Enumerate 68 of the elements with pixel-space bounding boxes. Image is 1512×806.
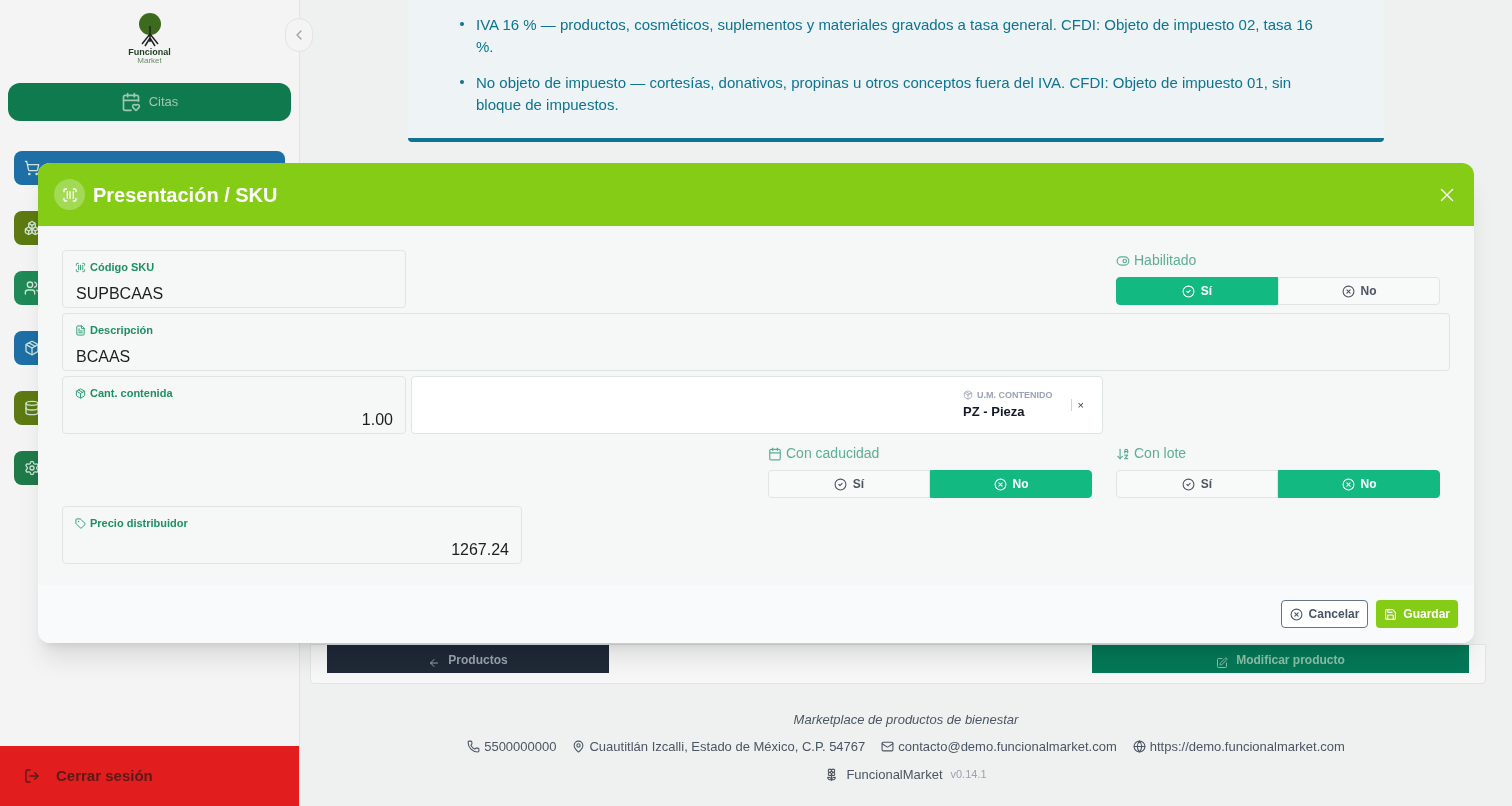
box-icon [963, 390, 974, 401]
x-circle-icon [993, 477, 1007, 491]
select-label: U.M. CONTENIDO [977, 388, 1053, 402]
boxes-icon [24, 220, 40, 236]
barcode-icon [54, 179, 85, 210]
tax-note: No objeto de impuesto — cortesías, donativos, propinas u otros conceptos fuera del IVA. CFDI: Objeto de impuesto 01, sin bloque de impuestos. [476, 73, 1293, 115]
cancel-button[interactable]: Cancelar [1280, 600, 1369, 628]
x-circle-icon [1289, 607, 1303, 621]
field-value: SUPBCAAS [75, 283, 165, 304]
cart-icon [24, 160, 40, 176]
tag-icon [75, 517, 86, 529]
logo-text: Funcional [128, 48, 171, 57]
calendar-icon [120, 92, 141, 112]
field-value: 1.00 [360, 409, 393, 430]
globe-icon [1132, 740, 1146, 754]
x-circle-icon [1341, 477, 1355, 491]
toggle-option[interactable]: Sí [1116, 470, 1278, 498]
field-label: Descripción [90, 323, 153, 338]
map-pin-icon [572, 740, 586, 754]
document-icon [75, 324, 86, 336]
input-field[interactable]: Código SKU SUPBCAAS [62, 250, 406, 308]
mail-icon [881, 740, 895, 754]
database-icon [24, 400, 40, 416]
contact-link[interactable]: 5500000000 [467, 737, 557, 757]
tax-note: IVA 16 % — productos, cosméticos, suplementos y materiales gravados a tasa general. CFDI: Objeto de impuesto 02, tasa 16 %. [476, 15, 1314, 57]
contact-link[interactable]: https://demo.funcionalmarket.com [1132, 737, 1345, 757]
toggle-label: Con lote [1134, 444, 1187, 463]
logout-icon [24, 768, 40, 784]
unit-select[interactable]: U.M. CONTENIDO PZ - Pieza × [411, 376, 1103, 434]
save-icon [1384, 607, 1398, 621]
x-circle-icon [1341, 284, 1355, 298]
barcode-icon [75, 261, 86, 273]
input-field[interactable]: Descripción BCAAS [62, 313, 1450, 371]
logo-subtext: Market [137, 57, 162, 65]
field-label: Precio distribuidor [90, 516, 188, 531]
check-circle-icon [1181, 284, 1195, 298]
toggle-option[interactable]: Sí [768, 470, 930, 498]
pencil-icon [1216, 656, 1229, 669]
contact-link[interactable]: contacto@demo.funcionalmarket.com [881, 737, 1117, 757]
brand-icon [825, 767, 839, 781]
toggle-option[interactable]: No [1278, 277, 1440, 305]
bullet-icon [460, 22, 464, 26]
modal-title: Presentación / SKU [93, 182, 278, 208]
clear-button[interactable]: × [1077, 396, 1084, 414]
contact-link[interactable]: Cuautitlán Izcalli, Estado de México, C.P. 54767 [572, 737, 866, 757]
field-value: BCAAS [75, 346, 132, 367]
footer-brand: FuncionalMarket [846, 765, 943, 784]
check-circle-icon [833, 477, 847, 491]
field-value: 1267.24 [450, 539, 509, 560]
phone-icon [467, 740, 481, 754]
field-label: Código SKU [90, 260, 155, 275]
toggle-label: Habilitado [1134, 251, 1197, 270]
collapse-button[interactable] [285, 18, 313, 52]
input-field[interactable]: Precio distribuidor 1267.24 [62, 506, 522, 564]
back-button[interactable]: Productos [327, 644, 609, 673]
check-circle-icon [1181, 477, 1195, 491]
arrow-left-icon [428, 656, 441, 669]
version-text: v0.14.1 [950, 767, 987, 782]
box-icon [24, 340, 40, 356]
footer-tagline: Marketplace de productos de bienestar [793, 710, 1019, 729]
toggle-label: Con caducidad [786, 444, 880, 463]
users-icon [24, 280, 40, 296]
bullet-icon [460, 80, 464, 84]
input-field[interactable]: Cant. contenida 1.00 [62, 376, 406, 434]
field-label: Cant. contenida [90, 386, 173, 401]
select-value: PZ - Pieza [963, 403, 1026, 421]
box-icon [75, 387, 86, 399]
settings-icon [24, 460, 40, 476]
